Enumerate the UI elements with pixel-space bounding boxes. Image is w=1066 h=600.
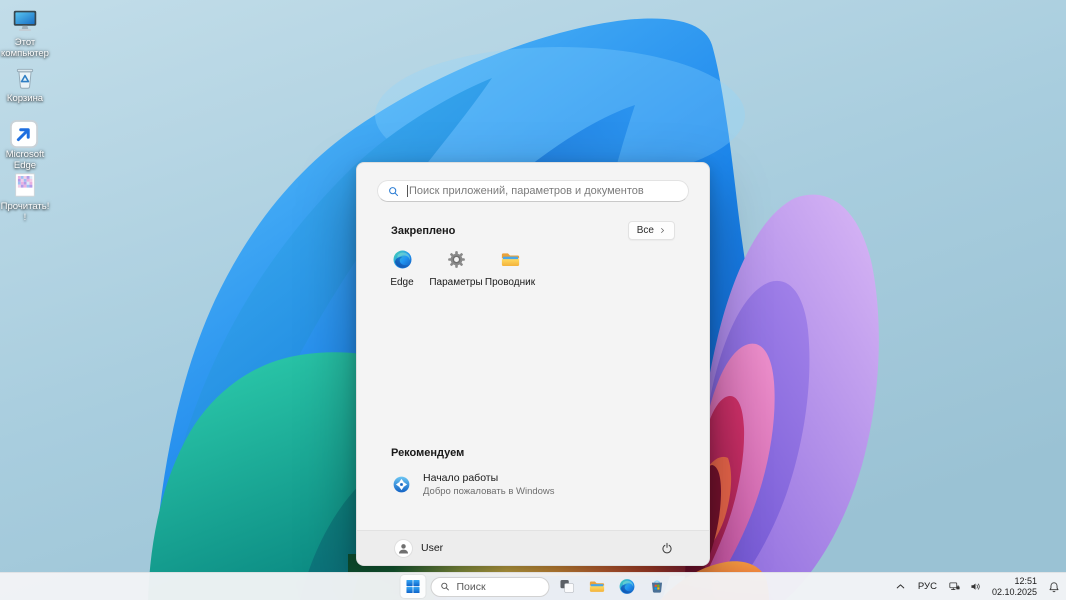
notifications-button[interactable]: [1047, 580, 1061, 594]
person-icon: [395, 540, 412, 557]
microsoft-store-icon: [648, 577, 667, 596]
desktop: { "desktop": { "icons": [ {"label": "Это…: [0, 0, 1066, 600]
desktop-icon-this-pc[interactable]: Этот компьютер: [0, 6, 50, 59]
get-started-icon: [391, 474, 412, 495]
shortcut-arrow-icon: [9, 119, 39, 149]
edge-icon: [391, 248, 414, 271]
taskbar: РУС 12:51 02.10.2025: [0, 572, 1066, 600]
pinned-app-label: Параметры: [429, 277, 482, 288]
pinned-app-explorer[interactable]: Проводник: [483, 243, 537, 288]
network-icon: [948, 580, 961, 593]
chevron-right-icon: [659, 226, 666, 235]
recycle-bin-icon: [10, 62, 40, 92]
clock-time: 12:51: [992, 576, 1037, 587]
desktop-icon-recycle-bin[interactable]: Корзина: [0, 62, 50, 105]
desktop-icon-label: Прочитать!!: [0, 202, 50, 223]
taskbar-search-box[interactable]: [431, 577, 550, 597]
edge-button[interactable]: [615, 575, 640, 598]
user-button[interactable]: User: [387, 537, 451, 560]
speaker-icon: [969, 580, 982, 593]
system-tray: РУС 12:51 02.10.2025: [894, 573, 1061, 600]
task-view-button[interactable]: [555, 575, 580, 598]
pinned-app-label: Edge: [390, 277, 413, 288]
pinned-section-header: Закреплено Все: [391, 221, 675, 240]
file-explorer-button[interactable]: [585, 575, 610, 598]
desktop-icon-label: Корзина: [7, 94, 43, 105]
desktop-icon-edge[interactable]: Microsoft Edge: [0, 118, 50, 171]
pinned-all-button[interactable]: Все: [628, 221, 675, 240]
pinned-title: Закреплено: [391, 225, 455, 237]
clock[interactable]: 12:51 02.10.2025: [990, 575, 1039, 598]
task-view-icon: [558, 577, 577, 596]
start-menu-search-box[interactable]: [377, 180, 689, 202]
power-icon: [660, 541, 674, 555]
edge-icon: [10, 118, 40, 148]
chevron-up-icon: [894, 580, 907, 593]
volume-button[interactable]: [969, 580, 982, 593]
recommended-item-get-started[interactable]: Начало работы Добро пожаловать в Windows: [383, 466, 683, 503]
search-icon: [387, 185, 400, 198]
start-menu: Закреплено Все Edge Параметры Проводник …: [356, 162, 710, 566]
text-caret: [407, 185, 408, 197]
this-pc-icon: [10, 6, 40, 36]
power-button[interactable]: [655, 536, 679, 560]
search-icon: [440, 581, 451, 592]
microsoft-store-button[interactable]: [645, 575, 670, 598]
recommended-item-subtitle: Добро пожаловать в Windows: [423, 486, 555, 497]
desktop-icon-readme[interactable]: Прочитать!!: [0, 170, 50, 223]
pinned-all-label: Все: [637, 225, 654, 236]
windows-logo-icon: [404, 577, 423, 596]
pinned-app-label: Проводник: [485, 277, 535, 288]
start-button[interactable]: [401, 575, 426, 598]
start-menu-footer: User: [357, 530, 709, 565]
language-indicator[interactable]: РУС: [915, 579, 940, 594]
desktop-icon-label: Microsoft Edge: [0, 150, 50, 171]
start-menu-search-input[interactable]: [409, 185, 679, 197]
folder-icon: [499, 248, 522, 271]
bell-icon: [1047, 580, 1061, 594]
network-button[interactable]: [948, 580, 961, 593]
recommended-section-header: Рекомендуем: [391, 447, 675, 459]
recommended-title: Рекомендуем: [391, 447, 464, 459]
avatar: [395, 540, 412, 557]
pinned-app-settings[interactable]: Параметры: [429, 243, 483, 288]
taskbar-search-input[interactable]: [457, 581, 541, 593]
pinned-app-edge[interactable]: Edge: [375, 243, 429, 288]
desktop-icon-label: Этот компьютер: [0, 38, 50, 59]
image-file-icon: [10, 170, 40, 200]
user-name: User: [421, 542, 443, 554]
taskbar-center: [401, 573, 670, 600]
settings-gear-icon: [445, 248, 468, 271]
hidden-icons-button[interactable]: [894, 580, 907, 593]
file-explorer-icon: [588, 577, 607, 596]
pinned-apps: Edge Параметры Проводник: [375, 243, 537, 288]
edge-icon: [618, 577, 637, 596]
clock-date: 02.10.2025: [992, 587, 1037, 598]
recommended-item-title: Начало работы: [423, 472, 555, 484]
